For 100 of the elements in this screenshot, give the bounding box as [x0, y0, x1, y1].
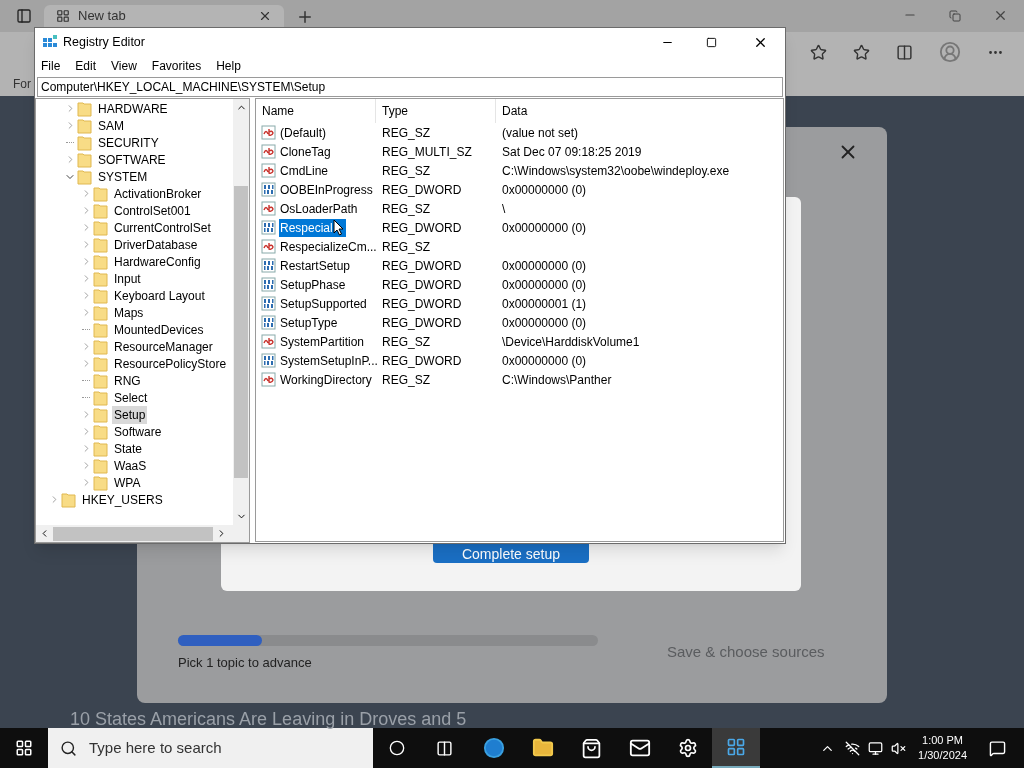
tree-item[interactable]: ResourcePolicyStore: [112, 354, 229, 373]
favorites-bar-item[interactable]: For: [13, 75, 31, 93]
network-icon[interactable]: [868, 740, 884, 756]
tree-item[interactable]: HARDWARE: [96, 99, 170, 118]
scroll-thumb[interactable]: [53, 526, 213, 541]
restore-icon[interactable]: [949, 10, 961, 22]
address-bar[interactable]: Computer\HKEY_LOCAL_MACHINE\SYSTEM\Setup: [37, 77, 783, 97]
tree-item[interactable]: MountedDevices: [112, 320, 206, 339]
tree-item[interactable]: Select: [112, 388, 150, 407]
settings-icon[interactable]: [678, 738, 698, 758]
folder-icon: [77, 117, 92, 134]
value-name[interactable]: SetupSupported: [279, 294, 368, 313]
value-name[interactable]: (Default): [279, 123, 327, 142]
menu-item[interactable]: File: [41, 57, 61, 75]
cortana-icon[interactable]: [389, 740, 405, 756]
value-name[interactable]: OsLoaderPath: [279, 199, 359, 218]
value-type: REG_SZ: [381, 162, 431, 180]
task-view-icon[interactable]: [436, 739, 453, 757]
value-name[interactable]: RespecializeCm...: [279, 237, 378, 256]
tree-item[interactable]: Maps: [112, 303, 146, 322]
column-header[interactable]: Data: [496, 99, 783, 123]
menu-item[interactable]: Help: [216, 57, 241, 75]
notifications-icon[interactable]: [989, 739, 1006, 757]
tree-item[interactable]: SECURITY: [96, 133, 161, 152]
folder-icon: [93, 185, 108, 202]
value-data: 0x00000000 (0): [501, 181, 587, 199]
add-favorite-icon[interactable]: [810, 43, 827, 61]
mail-icon[interactable]: [629, 737, 651, 759]
value-name[interactable]: SetupType: [279, 313, 339, 332]
horizontal-scrollbar[interactable]: [36, 525, 249, 542]
menu-item[interactable]: Edit: [75, 57, 97, 75]
folder-icon: [93, 457, 108, 474]
tree-item[interactable]: CurrentControlSet: [112, 218, 213, 237]
close-tab-icon[interactable]: [258, 9, 272, 23]
value-name[interactable]: CmdLine: [279, 161, 330, 180]
tree-item[interactable]: ResourceManager: [112, 337, 215, 356]
profile-icon[interactable]: [939, 41, 961, 63]
complete-setup-button[interactable]: Complete setup: [433, 544, 589, 563]
collections-icon[interactable]: [896, 43, 913, 61]
tree-item[interactable]: ControlSet001: [112, 201, 193, 220]
value-name[interactable]: SystemPartition: [279, 332, 366, 351]
volume-muted-icon[interactable]: [891, 740, 907, 756]
clock[interactable]: 1:00 PM 1/30/2024: [914, 733, 971, 763]
search-field[interactable]: Type here to search: [48, 728, 373, 768]
registry-editor-taskbar-button[interactable]: [712, 728, 760, 768]
value-name[interactable]: RestartSetup: [279, 256, 352, 275]
scroll-thumb[interactable]: [234, 186, 248, 478]
tree-dotted-line: [82, 329, 90, 330]
tree-item[interactable]: HKEY_USERS: [80, 490, 165, 509]
store-icon[interactable]: [581, 737, 602, 759]
registry-app-icon: [42, 34, 58, 50]
folder-icon: [93, 389, 108, 406]
start-icon[interactable]: [15, 739, 33, 757]
value-data: (value not set): [501, 124, 579, 142]
favorites-icon[interactable]: [853, 43, 870, 61]
maximize-icon[interactable]: [706, 36, 717, 48]
value-name[interactable]: CloneTag: [279, 142, 332, 161]
value-name[interactable]: SetupPhase: [279, 275, 347, 294]
value-name[interactable]: Respecial: [279, 218, 346, 237]
value-name[interactable]: WorkingDirectory: [279, 370, 373, 389]
column-header[interactable]: Type: [376, 99, 496, 123]
network-off-icon[interactable]: [845, 740, 861, 756]
folder-icon: [93, 270, 108, 287]
tree-item[interactable]: Software: [112, 422, 164, 441]
tree-item[interactable]: Input: [112, 269, 143, 288]
tree-item[interactable]: State: [112, 439, 145, 458]
folder-icon: [93, 355, 108, 372]
file-explorer-icon[interactable]: [532, 737, 554, 759]
tree-item[interactable]: DriverDatabase: [112, 235, 200, 254]
tab-title: New tab: [78, 7, 127, 26]
value-data: \Device\HarddiskVolume1: [501, 333, 640, 351]
tree-item[interactable]: HardwareConfig: [112, 252, 203, 271]
menu-item[interactable]: Favorites: [151, 57, 202, 75]
tree-item[interactable]: SOFTWARE: [96, 150, 168, 169]
browser-tab[interactable]: New tab: [44, 5, 284, 27]
tree-item[interactable]: RNG: [112, 371, 143, 390]
tree-item[interactable]: WPA: [112, 473, 143, 492]
value-type: REG_SZ: [381, 371, 431, 389]
tree-item[interactable]: SAM: [96, 116, 126, 135]
tree-item[interactable]: Setup: [112, 405, 148, 424]
tree-item[interactable]: Keyboard Layout: [112, 286, 207, 305]
tree-item[interactable]: SYSTEM: [96, 167, 150, 186]
value-data: C:\Windows\system32\oobe\windeploy.exe: [501, 162, 730, 180]
tree-item[interactable]: WaaS: [112, 456, 149, 475]
value-name[interactable]: OOBEInProgress: [279, 180, 374, 199]
folder-icon: [93, 219, 108, 236]
string-value-icon: [261, 239, 277, 254]
folder-icon: [77, 168, 92, 185]
vertical-scrollbar[interactable]: [233, 99, 249, 525]
tab-actions-icon[interactable]: [16, 8, 32, 24]
value-name[interactable]: SystemSetupInP...: [279, 351, 379, 370]
menu-item[interactable]: View: [111, 57, 137, 75]
value-data: 0x00000000 (0): [501, 219, 587, 237]
value-type: REG_DWORD: [381, 314, 463, 332]
folder-icon: [77, 151, 92, 168]
folder-icon: [93, 474, 108, 491]
folder-icon: [93, 304, 108, 321]
tree-item[interactable]: ActivationBroker: [112, 184, 204, 203]
new-tab-icon[interactable]: [296, 8, 314, 26]
column-header[interactable]: Name: [256, 99, 376, 123]
